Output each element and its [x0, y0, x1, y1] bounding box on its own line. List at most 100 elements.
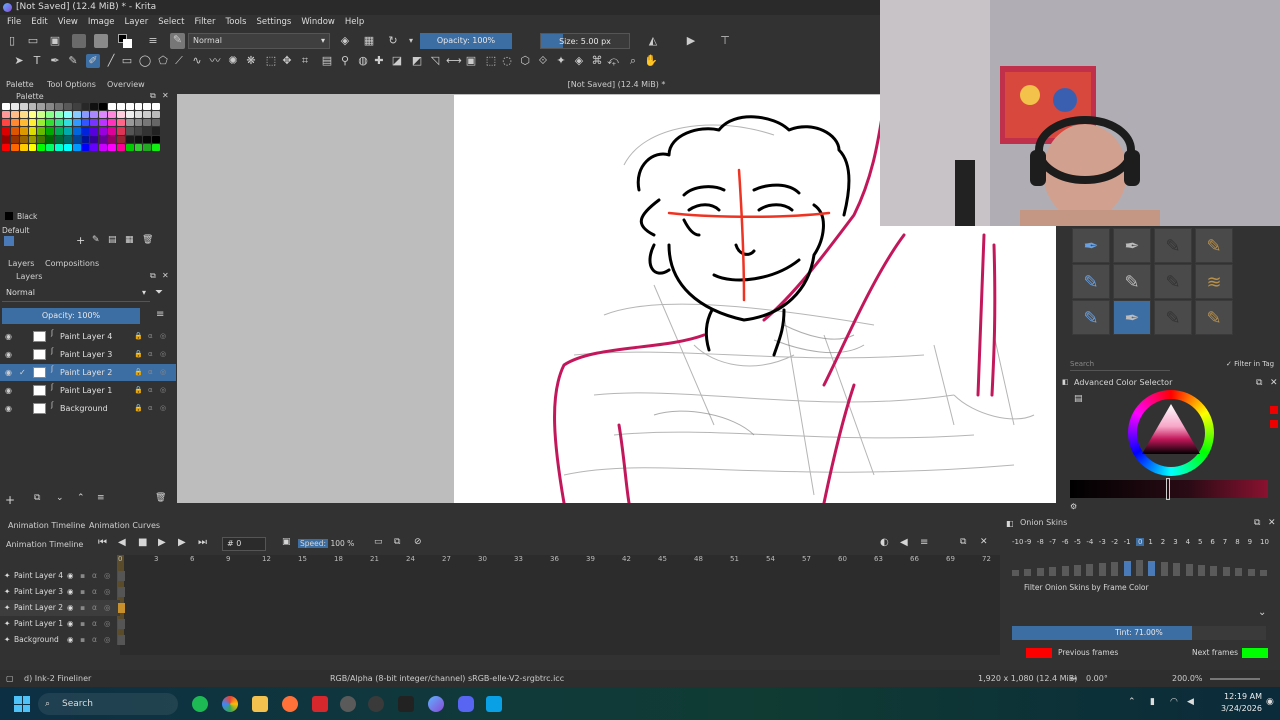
- palette-swatch[interactable]: [90, 103, 99, 111]
- next-frame-icon[interactable]: ▶: [178, 537, 186, 548]
- fg-bg-color-icon[interactable]: [118, 34, 132, 48]
- tab-tool-options[interactable]: Tool Options: [47, 80, 96, 89]
- play-icon[interactable]: ▶: [158, 537, 166, 548]
- onion-opacity-bar[interactable]: [1160, 562, 1168, 576]
- pin-to-timeline-icon[interactable]: ◎: [104, 600, 111, 616]
- polygon-tool-icon[interactable]: ⬠: [156, 54, 170, 68]
- palette-swatch[interactable]: [63, 103, 72, 111]
- select-shapes-tool-icon[interactable]: ➤: [12, 54, 26, 68]
- palette-swatch[interactable]: [125, 135, 134, 143]
- brush-preset-icon[interactable]: ✎: [170, 33, 185, 49]
- settings-app-icon[interactable]: [340, 696, 356, 712]
- next-frames-color[interactable]: [1242, 648, 1268, 658]
- palette-swatch[interactable]: [10, 127, 19, 135]
- keyframe-marker[interactable]: [118, 619, 125, 629]
- onion-toggle-icon[interactable]: α: [92, 632, 97, 648]
- onion-frame-toggle[interactable]: -8: [1037, 538, 1044, 546]
- onion-opacity-bar[interactable]: [1198, 565, 1205, 576]
- onion-frame-toggle[interactable]: -10: [1012, 538, 1023, 546]
- open-folder-icon[interactable]: ▭: [26, 34, 40, 48]
- blend-mode-select[interactable]: Normal ▾: [188, 33, 330, 49]
- onion-opacity-bar[interactable]: [1049, 567, 1057, 576]
- frame-icon[interactable]: ▭: [374, 537, 383, 547]
- delete-layer-icon[interactable]: 🗑: [155, 493, 166, 503]
- palette-swatch[interactable]: [46, 143, 54, 151]
- palette-swatch[interactable]: [134, 119, 143, 127]
- palette-swatch[interactable]: [19, 127, 28, 135]
- palette-swatch[interactable]: [143, 119, 152, 127]
- onion-frame-toggle[interactable]: -7: [1049, 538, 1056, 546]
- onion-frame-toggle[interactable]: 6: [1210, 538, 1214, 546]
- delete-icon[interactable]: 🗑: [142, 235, 153, 245]
- onion-frame-toggle[interactable]: 10: [1260, 538, 1269, 546]
- lock-icon[interactable]: 🔒: [134, 364, 143, 381]
- brush-preset[interactable]: ✎: [1154, 264, 1192, 299]
- palette-swatch[interactable]: [72, 103, 81, 111]
- palette-swatch[interactable]: [72, 143, 81, 151]
- palette-swatch[interactable]: [143, 103, 152, 111]
- inherit-alpha-icon[interactable]: ◎: [160, 364, 166, 381]
- filter-in-tag-checkbox[interactable]: ✓ Filter in Tag: [1226, 360, 1274, 368]
- brush-preset[interactable]: ✒: [1113, 228, 1151, 263]
- onion-opacity-bar[interactable]: [1123, 561, 1131, 576]
- palette-swatch[interactable]: [108, 127, 116, 135]
- lock-icon[interactable]: ▪: [80, 600, 85, 616]
- visibility-eye-icon[interactable]: ◉: [67, 632, 74, 648]
- palette-swatch[interactable]: [116, 119, 125, 127]
- alpha-lock-icon[interactable]: α: [148, 346, 153, 363]
- palette-swatch[interactable]: [99, 119, 107, 127]
- pin-to-timeline-icon[interactable]: ◎: [104, 632, 111, 648]
- rotation-value[interactable]: 0.00°: [1086, 670, 1108, 687]
- color-history-swatch[interactable]: [1270, 420, 1278, 428]
- menu-filter[interactable]: Filter: [189, 15, 220, 29]
- palette-swatch[interactable]: [63, 127, 72, 135]
- previous-frames-color[interactable]: [1026, 648, 1052, 658]
- mirror-vertical-icon[interactable]: ▶: [684, 34, 698, 48]
- float-icon[interactable]: ⧉: [1256, 378, 1262, 388]
- alpha-lock-icon[interactable]: α: [148, 364, 153, 381]
- palette-swatch[interactable]: [99, 135, 107, 143]
- palette-swatch[interactable]: [2, 119, 10, 127]
- onion-opacity-bar[interactable]: [1247, 569, 1255, 576]
- onion-opacity-bar[interactable]: [1086, 564, 1094, 576]
- menu-select[interactable]: Select: [153, 15, 189, 29]
- colorize-mask-tool-icon[interactable]: ◍: [356, 54, 370, 68]
- inherit-alpha-icon[interactable]: ◎: [160, 328, 166, 345]
- palette-swatch[interactable]: [10, 111, 19, 119]
- palette-swatch[interactable]: [81, 119, 90, 127]
- prev-frame-icon[interactable]: ◀: [118, 537, 126, 548]
- bezier-curve-tool-icon[interactable]: ∿: [190, 54, 204, 68]
- onion-frame-toggle[interactable]: 3: [1173, 538, 1177, 546]
- brush-preset[interactable]: ✎: [1154, 228, 1192, 263]
- menu-tools[interactable]: Tools: [221, 15, 252, 29]
- onion-frame-toggle[interactable]: -2: [1111, 538, 1118, 546]
- brush-preset[interactable]: ✎: [1072, 264, 1110, 299]
- measure-tool-icon[interactable]: ⟷: [446, 54, 462, 68]
- brush-search-input[interactable]: Search: [1070, 360, 1170, 371]
- edit-icon[interactable]: ✎: [92, 235, 100, 245]
- keyframe-marker[interactable]: [118, 587, 125, 597]
- taskbar-search[interactable]: ⌕ Search: [38, 693, 178, 715]
- chevron-down-icon[interactable]: ⌄: [1258, 607, 1266, 618]
- gradient-icon[interactable]: [94, 34, 108, 48]
- ellipse-tool-icon[interactable]: ◯: [138, 54, 152, 68]
- palette-swatch[interactable]: [55, 143, 63, 151]
- tab-overview[interactable]: Overview: [107, 80, 145, 89]
- chrome-icon[interactable]: [222, 696, 238, 712]
- lock-icon[interactable]: 🔒: [134, 382, 143, 399]
- palette-swatch[interactable]: [81, 103, 90, 111]
- lock-icon[interactable]: 🔒: [134, 400, 143, 417]
- close-icon[interactable]: ✕: [980, 537, 988, 547]
- onion-toggle-icon[interactable]: α: [92, 584, 97, 600]
- clock-date[interactable]: 3/24/2026: [1212, 704, 1262, 713]
- app-icon[interactable]: [312, 696, 328, 712]
- pen-app-icon[interactable]: [486, 696, 502, 712]
- duplicate-layer-icon[interactable]: ⧉: [34, 493, 40, 503]
- properties-icon[interactable]: ≡: [97, 493, 105, 503]
- palette-swatch[interactable]: [28, 143, 37, 151]
- color-picker-tool-icon[interactable]: ⚲: [338, 54, 352, 68]
- palette-swatch[interactable]: [72, 111, 81, 119]
- menu-edit[interactable]: Edit: [26, 15, 52, 29]
- visibility-eye-icon[interactable]: ◉: [5, 346, 12, 363]
- discord-icon[interactable]: [458, 696, 474, 712]
